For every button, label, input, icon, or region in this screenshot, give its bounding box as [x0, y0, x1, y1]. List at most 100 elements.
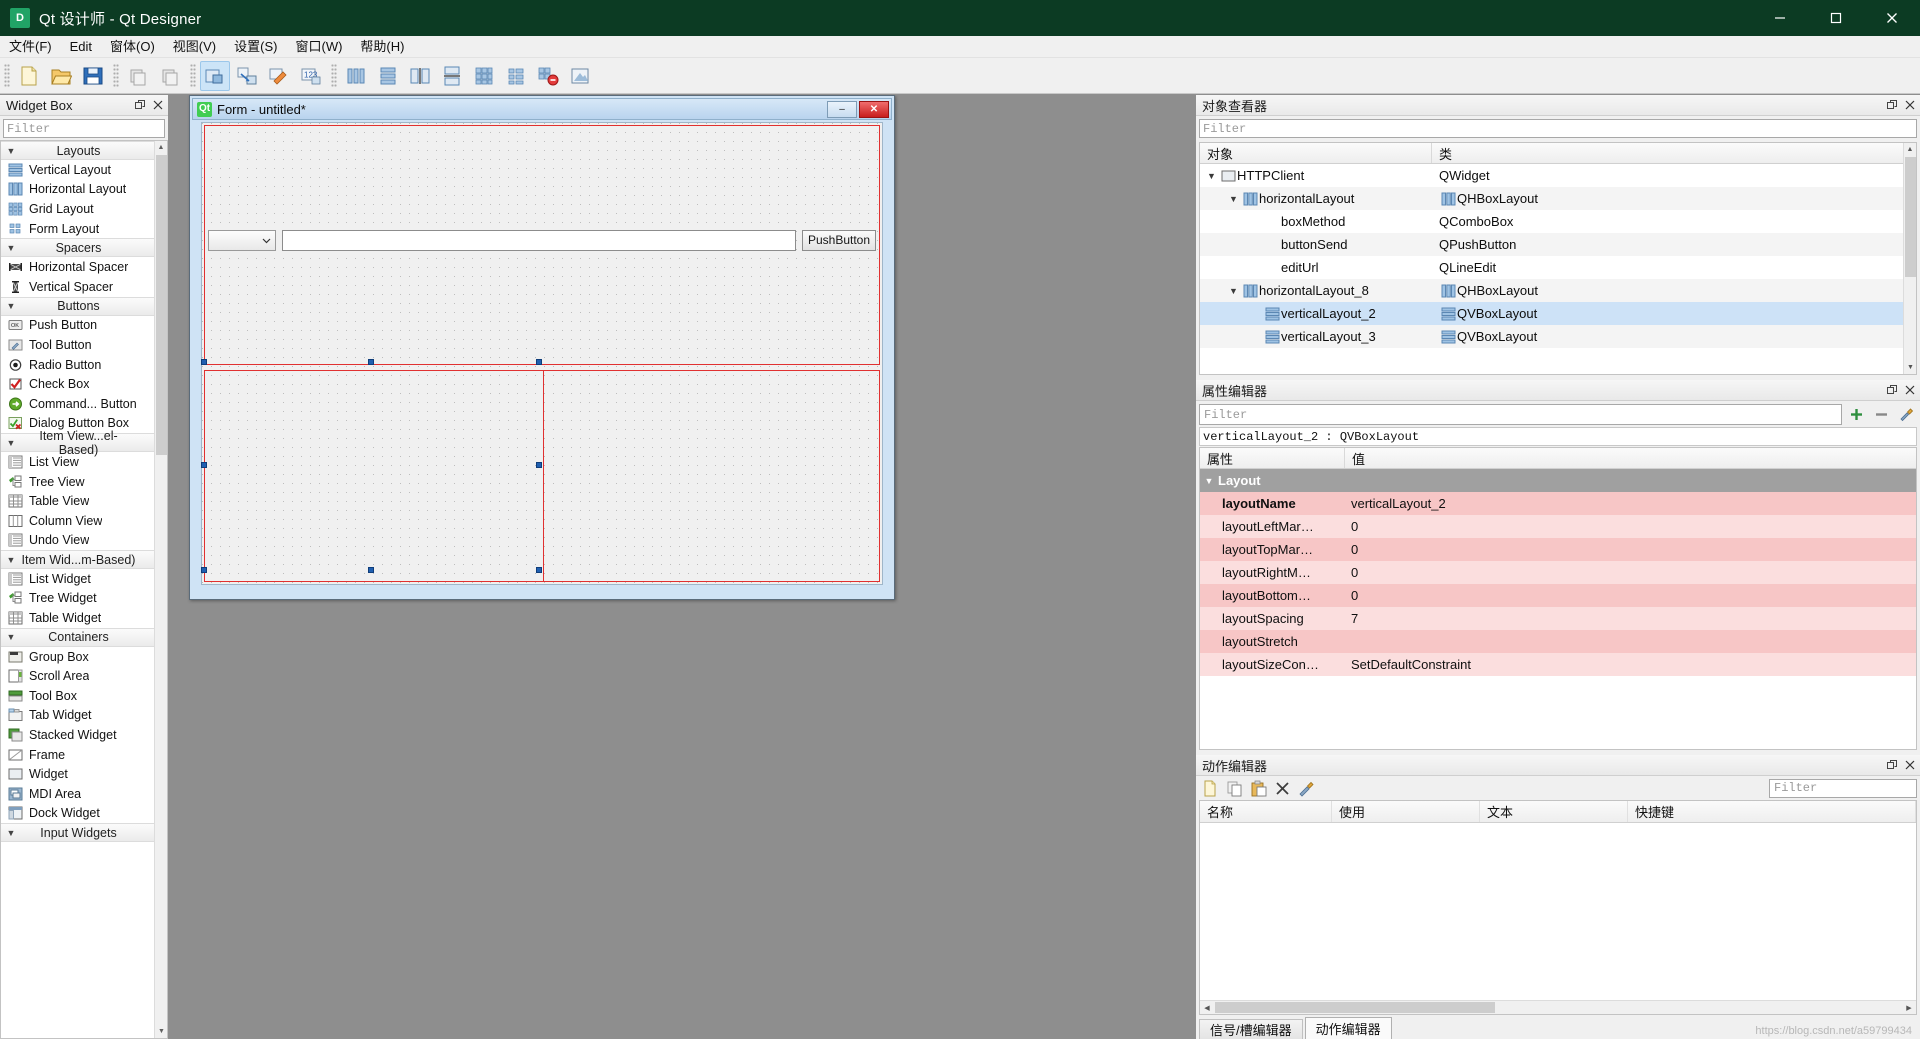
widget-box-item[interactable]: Table View — [1, 491, 154, 511]
close-button[interactable] — [1864, 0, 1920, 36]
layout-splitter-h-icon[interactable] — [405, 61, 435, 91]
property-row[interactable]: layoutName verticalLayout_2 — [1200, 492, 1916, 515]
scroll-thumb[interactable] — [156, 155, 167, 455]
scroll-up-icon[interactable]: ▲ — [155, 141, 167, 154]
object-tree-row[interactable]: ▼ HTTPClient QWidget — [1200, 164, 1916, 187]
scroll-thumb[interactable] — [1905, 157, 1916, 277]
property-value[interactable]: 0 — [1345, 538, 1916, 561]
editUrl-input[interactable] — [282, 229, 796, 251]
form-window[interactable]: Qt Form - untitled* – ✕ PushButton — [189, 95, 895, 600]
layout-form-icon[interactable] — [501, 61, 531, 91]
close-icon[interactable] — [1902, 383, 1917, 398]
menu-file[interactable]: 文件(F) — [0, 36, 61, 57]
widget-box-item[interactable]: List Widget — [1, 569, 154, 589]
break-layout-icon[interactable] — [533, 61, 563, 91]
widget-box-item[interactable]: Tool Box — [1, 686, 154, 706]
undo-icon[interactable] — [123, 61, 153, 91]
edit-action-icon[interactable] — [1295, 777, 1317, 799]
scroll-left-icon[interactable]: ◀ — [1200, 1004, 1214, 1012]
property-row[interactable]: layoutSizeCon… SetDefaultConstraint — [1200, 653, 1916, 676]
scroll-down-icon[interactable]: ▼ — [155, 1025, 167, 1038]
chevron-down-icon[interactable]: ▼ — [1226, 286, 1241, 296]
float-icon[interactable] — [1884, 383, 1899, 398]
property-row[interactable]: layoutStretch — [1200, 630, 1916, 653]
close-icon[interactable] — [150, 98, 165, 113]
form-close-button[interactable]: ✕ — [859, 100, 889, 118]
property-row[interactable]: layoutTopMar… 0 — [1200, 538, 1916, 561]
toolbar-grip-3[interactable] — [190, 63, 196, 88]
widget-box-item[interactable]: Vertical Spacer — [1, 276, 154, 297]
layout-horizontal-icon[interactable] — [341, 61, 371, 91]
toolbar-grip[interactable] — [4, 63, 10, 88]
add-icon[interactable] — [1845, 404, 1867, 425]
widget-box-category[interactable]: ▼ Buttons — [1, 296, 154, 316]
tab-signal-slot-editor[interactable]: 信号/槽编辑器 — [1199, 1019, 1303, 1039]
scroll-down-icon[interactable]: ▼ — [1904, 361, 1916, 374]
form-design-area[interactable]: Qt Form - untitled* – ✕ PushButton — [168, 95, 1196, 1039]
property-row[interactable]: layoutRightM… 0 — [1200, 561, 1916, 584]
widget-box-item[interactable]: Scroll Area — [1, 666, 154, 687]
new-file-icon[interactable] — [14, 61, 44, 91]
widget-box-item[interactable]: Tree View — [1, 471, 154, 492]
delete-action-icon[interactable] — [1271, 777, 1293, 799]
redo-icon[interactable] — [155, 61, 185, 91]
property-row[interactable]: layoutLeftMar… 0 — [1200, 515, 1916, 538]
remove-icon[interactable] — [1870, 404, 1892, 425]
resize-grip-br[interactable] — [536, 567, 542, 573]
resize-grip-mr[interactable] — [536, 462, 542, 468]
property-value[interactable]: verticalLayout_2 — [1345, 492, 1916, 515]
widget-box-item[interactable]: Horizontal Layout — [1, 179, 154, 200]
copy-action-icon[interactable] — [1223, 777, 1245, 799]
property-value[interactable]: 7 — [1345, 607, 1916, 630]
float-icon[interactable] — [1884, 758, 1899, 773]
action-table[interactable]: 名称 使用 文本 快捷键 ◀ ▶ — [1199, 800, 1917, 1015]
widget-box-filter-input[interactable]: Filter — [3, 119, 165, 138]
form-minimize-button[interactable]: – — [827, 100, 857, 118]
form-canvas[interactable]: PushButton — [201, 122, 883, 585]
property-value[interactable]: 0 — [1345, 584, 1916, 607]
edit-widgets-icon[interactable] — [200, 60, 230, 91]
object-tree-row[interactable]: editUrl QLineEdit — [1200, 256, 1916, 279]
widget-box-item[interactable]: Group Box — [1, 646, 154, 667]
property-value[interactable]: 0 — [1345, 515, 1916, 538]
widget-box-category[interactable]: ▼ Item Wid...m-Based) — [1, 550, 154, 570]
minimize-button[interactable] — [1752, 0, 1808, 36]
widget-box-category[interactable]: ▼ Spacers — [1, 238, 154, 258]
resize-grip-bl[interactable] — [201, 567, 207, 573]
property-table[interactable]: 属性 值 ▼ Layout layoutName verticalLayout_2… — [1199, 447, 1917, 750]
property-filter-input[interactable]: Filter — [1199, 404, 1842, 425]
widget-box-item[interactable]: Check Box — [1, 374, 154, 394]
property-value[interactable]: 0 — [1345, 561, 1916, 584]
configure-icon[interactable] — [1895, 404, 1917, 425]
layout-grid-icon[interactable] — [469, 61, 499, 91]
buttonSend-pushbutton[interactable]: PushButton — [802, 229, 876, 251]
hscroll-thumb[interactable] — [1215, 1002, 1495, 1013]
toolbar-grip-4[interactable] — [331, 63, 337, 88]
object-tree-row[interactable]: verticalLayout_2 QVBoxLayout — [1200, 302, 1916, 325]
widget-box-item[interactable]: Vertical Layout — [1, 160, 154, 180]
property-value[interactable]: SetDefaultConstraint — [1345, 653, 1916, 676]
object-tree-row[interactable]: buttonSend QPushButton — [1200, 233, 1916, 256]
close-icon[interactable] — [1902, 98, 1917, 113]
toolbar-grip-2[interactable] — [113, 63, 119, 88]
widget-box-item[interactable]: Grid Layout — [1, 199, 154, 219]
edit-tab-order-icon[interactable]: 123 — [296, 61, 326, 91]
widget-box-category[interactable]: ▼ Containers — [1, 627, 154, 647]
chevron-down-icon[interactable]: ▼ — [1204, 171, 1219, 181]
widget-box-category[interactable]: ▼ Input Widgets — [1, 823, 154, 843]
widget-box-item[interactable]: Command... Button — [1, 393, 154, 414]
menu-view[interactable]: 视图(V) — [164, 36, 225, 57]
widget-box-item[interactable]: Tool Button — [1, 335, 154, 355]
resize-grip-bm[interactable] — [368, 567, 374, 573]
widget-box-category[interactable]: ▼ Item View...el-Based) — [1, 429, 154, 457]
menu-form[interactable]: 窗体(O) — [101, 36, 164, 57]
open-file-icon[interactable] — [46, 61, 76, 91]
widget-box-item[interactable]: Form Layout — [1, 218, 154, 239]
scroll-up-icon[interactable]: ▲ — [1904, 143, 1916, 156]
adjust-size-icon[interactable] — [565, 61, 595, 91]
widget-box-scrollbar[interactable]: ▲ ▼ — [154, 141, 167, 1038]
widget-box-item[interactable]: Widget — [1, 764, 154, 785]
object-tree-scrollbar[interactable]: ▲ ▼ — [1903, 143, 1916, 374]
float-icon[interactable] — [132, 98, 147, 113]
widget-box-item[interactable]: Table Widget — [1, 608, 154, 628]
